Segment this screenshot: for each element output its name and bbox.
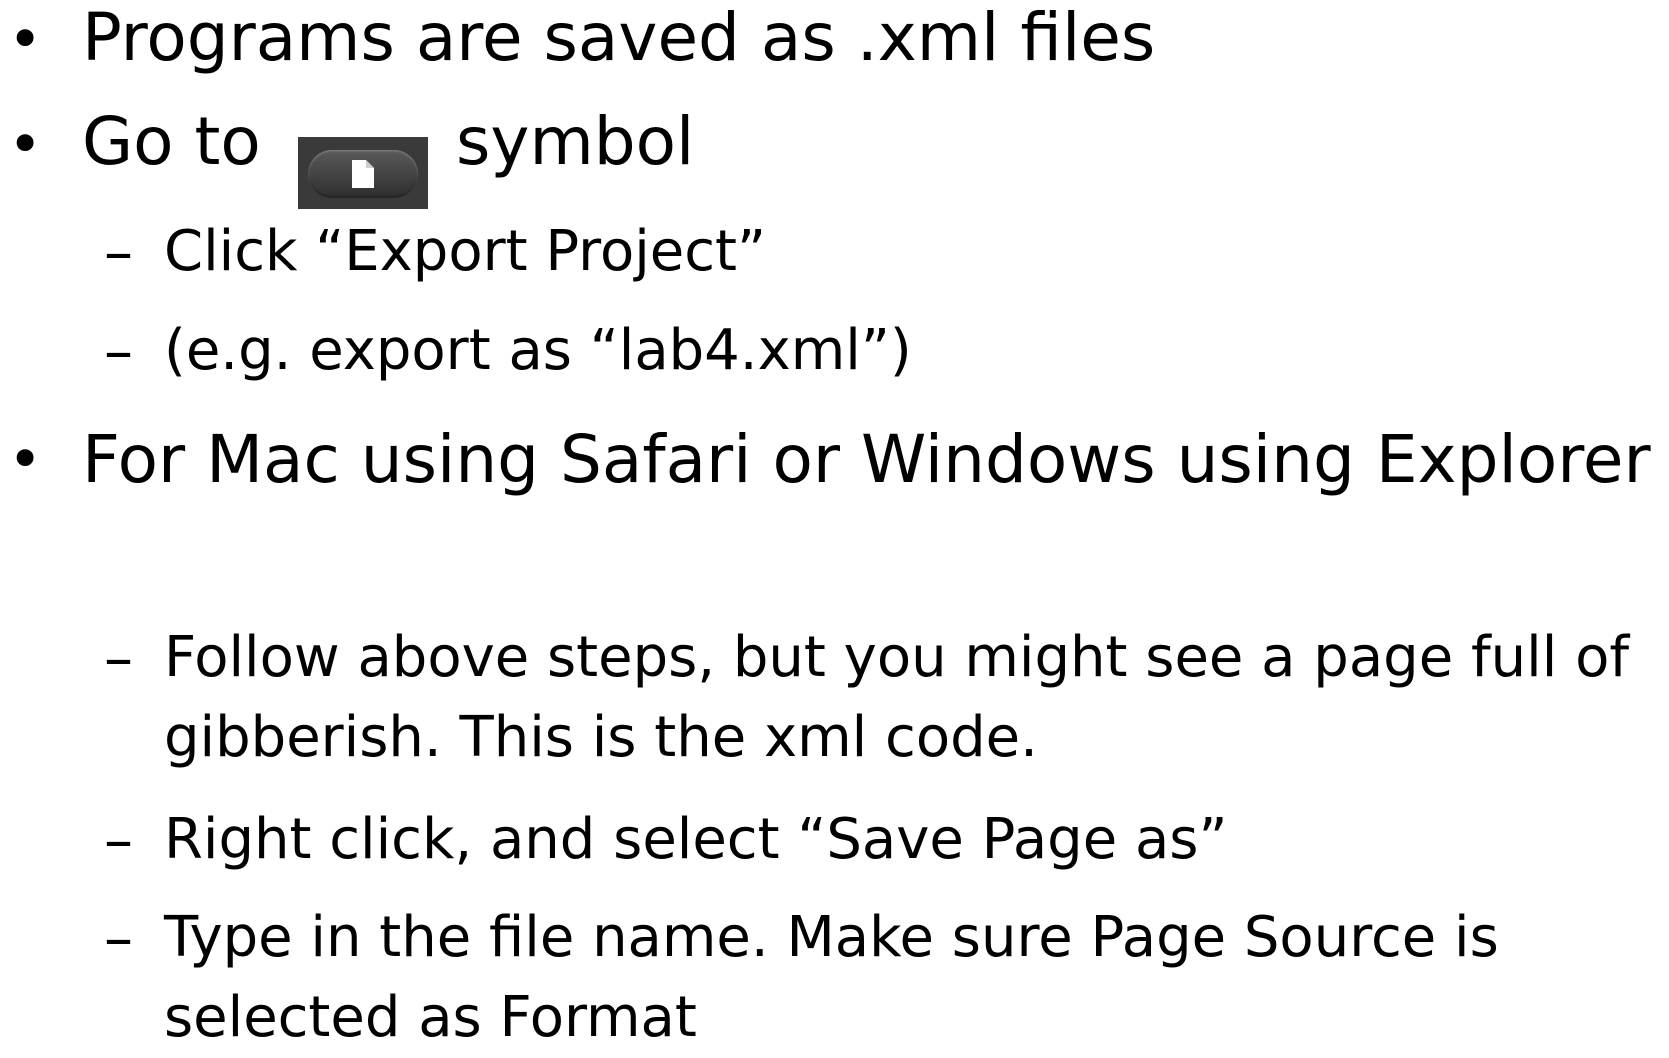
file-button [308, 150, 418, 198]
slide: • Programs are saved as .xml files • Go … [0, 0, 1669, 1050]
bullet-item-2-text-before: Go to [82, 103, 261, 180]
bullet: • [8, 425, 43, 493]
bullet-item-3: For Mac using Safari or Windows using Ex… [82, 421, 1651, 498]
file-icon [352, 160, 374, 188]
dash: – [104, 624, 133, 692]
bullet-item-2-text-after: symbol [456, 103, 695, 180]
dash: – [104, 806, 133, 874]
file-menu-button-image [298, 137, 428, 209]
dash: – [104, 317, 133, 385]
sub-item: (e.g. export as “lab4.xml”) [164, 318, 912, 383]
bullet: • [8, 110, 43, 178]
dash: – [104, 904, 133, 972]
sub-item: Click “Export Project” [164, 219, 766, 284]
sub-item: Right click, and select “Save Page as” [164, 807, 1228, 872]
sub-item: Follow above steps, but you might see a … [164, 625, 1630, 770]
bullet-item-1: Programs are saved as .xml files [82, 0, 1156, 76]
sub-item: Type in the file name. Make sure Page So… [164, 905, 1499, 1050]
bullet: • [8, 5, 43, 73]
dash: – [104, 218, 133, 286]
